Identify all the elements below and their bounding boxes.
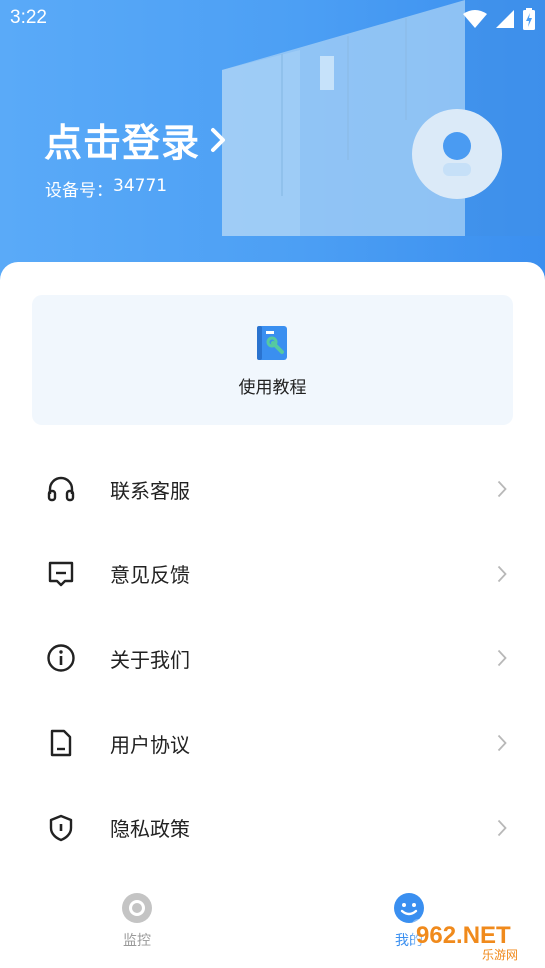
watermark-text: 962.NET bbox=[416, 922, 511, 949]
menu-item-privacy-policy[interactable]: 隐私政策 bbox=[0, 785, 545, 870]
chevron-right-icon bbox=[211, 127, 226, 152]
login-title-text: 点击登录 bbox=[44, 121, 201, 165]
user-avatar-icon bbox=[443, 132, 471, 176]
camera-lens-icon bbox=[122, 893, 152, 923]
menu-item-user-agreement[interactable]: 用户协议 bbox=[0, 701, 545, 786]
document-icon bbox=[50, 729, 72, 757]
wifi-icon bbox=[463, 10, 487, 28]
profile-header: 3:22 点击登录 设备号： 34771 bbox=[0, 0, 545, 300]
login-button[interactable]: 点击登录 bbox=[44, 112, 226, 167]
signal-icon bbox=[496, 10, 514, 28]
menu-item-contact-support[interactable]: 联系客服 bbox=[0, 447, 545, 532]
headset-icon bbox=[47, 477, 75, 502]
battery-icon bbox=[523, 8, 535, 30]
chevron-right-icon bbox=[497, 650, 507, 667]
menu-label: 关于我们 bbox=[110, 647, 190, 672]
device-number: 设备号： 34771 bbox=[45, 176, 167, 201]
status-time: 3:22 bbox=[10, 7, 47, 28]
menu-label: 联系客服 bbox=[110, 478, 190, 503]
device-value: 34771 bbox=[113, 176, 168, 196]
tab-monitor[interactable]: 监控 bbox=[97, 892, 177, 950]
feedback-icon bbox=[48, 561, 74, 587]
menu-label: 用户协议 bbox=[110, 732, 190, 757]
tab-label: 监控 bbox=[123, 933, 151, 949]
menu-item-about-us[interactable]: 关于我们 bbox=[0, 616, 545, 701]
watermark-logo: 962.NET 乐游网 bbox=[412, 919, 542, 962]
chevron-right-icon bbox=[497, 565, 507, 583]
mine-screen: 3:22 点击登录 设备号： 34771 使用教程 联系客服 意见反馈 关于我们… bbox=[0, 0, 545, 968]
tutorial-book-icon bbox=[256, 326, 287, 360]
shield-icon bbox=[49, 814, 73, 841]
watermark-subtext: 乐游网 bbox=[482, 948, 518, 962]
chevron-right-icon bbox=[497, 481, 507, 498]
chevron-right-icon bbox=[497, 734, 507, 752]
menu-label: 隐私政策 bbox=[110, 817, 190, 842]
tutorial-button[interactable]: 使用教程 bbox=[32, 295, 513, 425]
chevron-right-icon bbox=[497, 819, 507, 836]
menu-item-feedback[interactable]: 意见反馈 bbox=[0, 532, 545, 617]
tutorial-label: 使用教程 bbox=[238, 378, 307, 398]
status-icons bbox=[463, 8, 535, 30]
avatar[interactable] bbox=[412, 109, 502, 199]
content-card: 使用教程 联系客服 意见反馈 关于我们 用户协议 隐私政策 bbox=[0, 262, 545, 968]
status-bar: 3:22 bbox=[0, 0, 545, 38]
device-label: 设备号： bbox=[45, 181, 113, 201]
settings-menu: 联系客服 意见反馈 关于我们 用户协议 隐私政策 bbox=[0, 447, 545, 870]
info-icon bbox=[47, 644, 75, 673]
menu-label: 意见反馈 bbox=[110, 563, 190, 588]
